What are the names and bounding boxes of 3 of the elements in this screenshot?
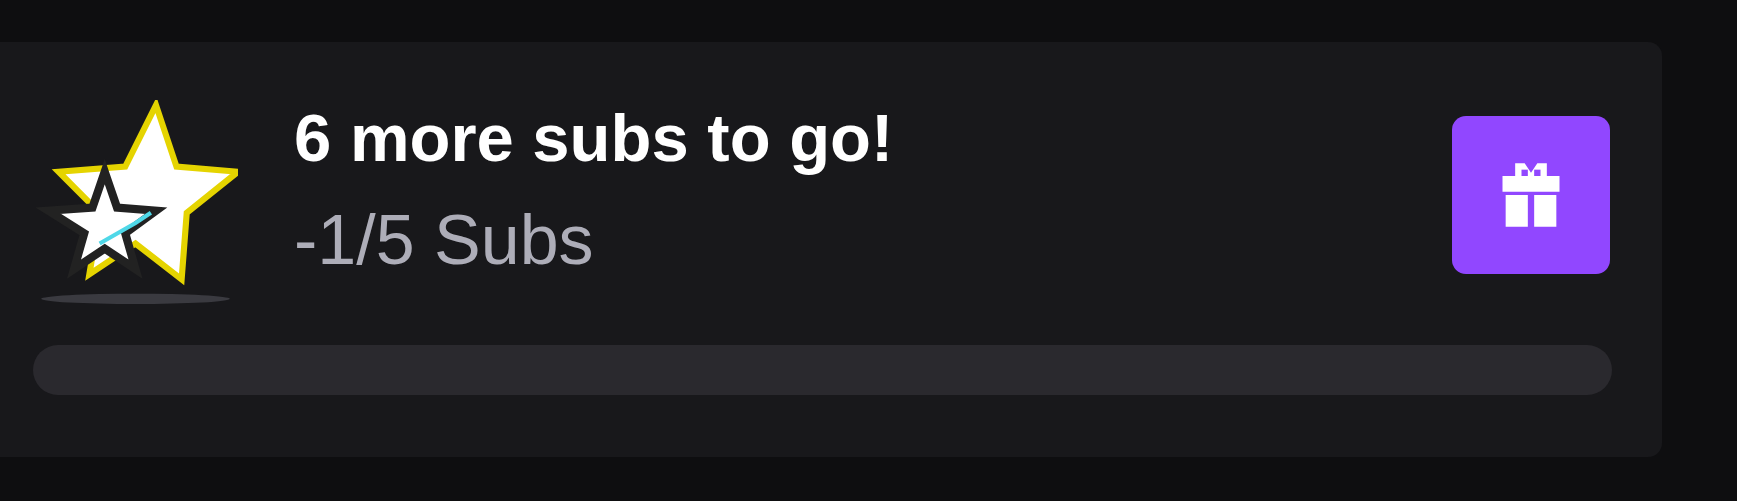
goal-title: 6 more subs to go! <box>294 102 894 174</box>
gift-button[interactable] <box>1452 116 1610 274</box>
goal-count: -1/5 Subs <box>294 204 595 276</box>
